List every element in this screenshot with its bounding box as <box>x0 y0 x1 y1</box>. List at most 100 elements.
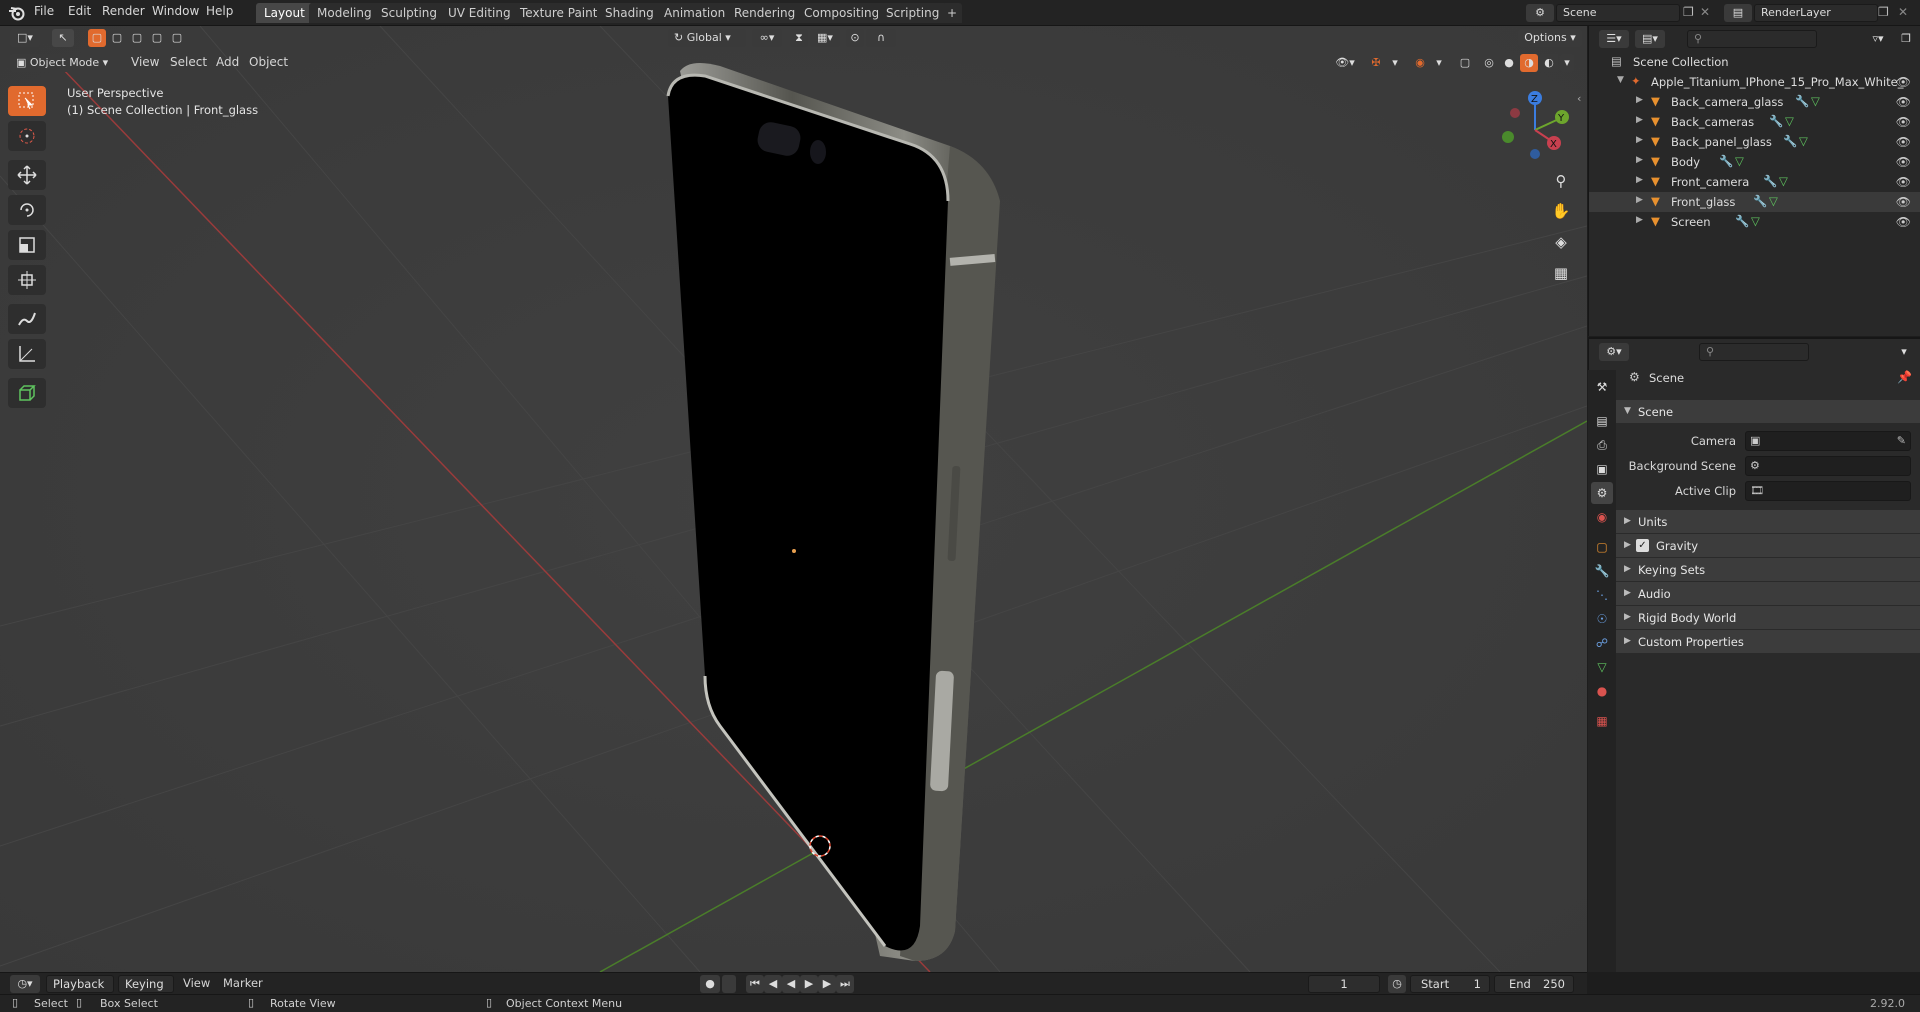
expand-arrow-icon[interactable]: ▶ <box>1636 195 1643 205</box>
visibility-eye-icon[interactable]: 👁 <box>1896 95 1911 109</box>
tab-modeling[interactable]: Modeling <box>309 3 380 23</box>
camera-field[interactable]: ▣ ✎ <box>1745 431 1911 451</box>
modifier-tab-icon[interactable]: 🔧 <box>1591 560 1613 582</box>
tool-tab-icon[interactable]: ⚒ <box>1591 376 1613 398</box>
snap-icon[interactable]: ⧗ <box>790 29 808 47</box>
tool-cursor[interactable] <box>8 121 46 151</box>
rigid-body-world-section-header[interactable]: ▶ Rigid Body World <box>1616 606 1920 630</box>
object-tab-icon[interactable]: ▢ <box>1591 536 1613 558</box>
render-tab-icon[interactable]: ▤ <box>1591 410 1613 432</box>
display-mode-icon[interactable]: ▤▾ <box>1635 30 1665 48</box>
keying-menu[interactable]: Keying ▾ <box>118 975 174 1007</box>
tab-texture-paint[interactable]: Texture Paint <box>512 3 606 23</box>
physics-tab-icon[interactable]: ☉ <box>1591 608 1613 630</box>
outliner-object-row-selected[interactable]: ▶ ▼ Front_glass 🔧 ▽ 👁 <box>1589 192 1920 212</box>
solid-shading-icon[interactable]: ● <box>1500 54 1518 72</box>
pan-hand-icon[interactable]: ✋ <box>1548 198 1574 224</box>
tool-move[interactable] <box>8 160 46 190</box>
select-intersect-icon[interactable]: ▢ <box>168 29 186 47</box>
tab-compositing[interactable]: Compositing <box>796 3 888 23</box>
select-tool-icon[interactable]: ↖ <box>52 29 74 47</box>
wireframe-shading-icon[interactable]: ◎ <box>1480 54 1498 72</box>
outliner-scene-collection-row[interactable]: ▤ Scene Collection <box>1589 52 1920 72</box>
tab-layout[interactable]: Layout <box>256 3 313 23</box>
viewport-menu-object[interactable]: Object <box>249 55 288 69</box>
navigation-gizmo[interactable]: Z Y X <box>1495 88 1575 168</box>
tool-select-box[interactable] <box>8 86 46 116</box>
visibility-eye-icon[interactable]: 👁 <box>1896 175 1911 189</box>
proportional-edit-icon[interactable]: ⊙ <box>846 29 864 47</box>
custom-properties-section-header[interactable]: ▶ Custom Properties <box>1616 630 1920 654</box>
pin-icon[interactable]: 📌 <box>1897 370 1912 384</box>
playback-menu[interactable]: Playback ▾ <box>46 975 114 1007</box>
transform-orientation-dropdown[interactable]: ↻ Global ▾ <box>668 29 746 47</box>
scene-section-header[interactable]: ▼ Scene <box>1616 400 1920 424</box>
collapse-sidebar-icon[interactable]: ‹ <box>1577 92 1581 105</box>
add-workspace-button[interactable]: + <box>942 3 963 23</box>
rendered-shading-icon[interactable]: ◐ <box>1540 54 1558 72</box>
gizmo-toggle-icon[interactable]: ✠ <box>1366 54 1386 72</box>
gravity-section-header[interactable]: ▶ ✓ Gravity <box>1616 534 1920 558</box>
tool-add-cube[interactable] <box>8 378 46 408</box>
blender-logo-icon[interactable] <box>8 5 26 21</box>
3d-viewport[interactable] <box>0 26 1587 972</box>
background-scene-field[interactable]: ⚙ <box>1745 456 1911 476</box>
new-scene-icon[interactable]: ❐ <box>1683 5 1694 19</box>
expand-arrow-icon[interactable]: ▶ <box>1636 135 1643 145</box>
start-frame-field[interactable]: Start 1 <box>1410 975 1490 993</box>
tool-annotate[interactable] <box>8 304 46 334</box>
play-icon[interactable]: ▶ <box>800 975 818 993</box>
material-shading-icon[interactable]: ◑ <box>1520 54 1538 72</box>
timeline-menu-view[interactable]: View <box>183 976 210 990</box>
scene-name-field[interactable]: Scene <box>1556 4 1680 22</box>
scene-selector-icon[interactable]: ⚙ <box>1526 4 1554 22</box>
active-clip-field[interactable]: 🎞 <box>1745 481 1911 501</box>
eyedropper-icon[interactable]: ✎ <box>1897 434 1906 447</box>
timeline-editor-type-icon[interactable]: ◷▾ <box>10 975 40 993</box>
menu-edit[interactable]: Edit <box>68 4 91 18</box>
view-layer-tab-icon[interactable]: ▣ <box>1591 458 1613 480</box>
menu-help[interactable]: Help <box>206 4 233 18</box>
menu-window[interactable]: Window <box>152 4 199 18</box>
timeline-menu-marker[interactable]: Marker <box>223 976 263 990</box>
audio-section-header[interactable]: ▶ Audio <box>1616 582 1920 606</box>
keying-sets-section-header[interactable]: ▶ Keying Sets <box>1616 558 1920 582</box>
next-keyframe-icon[interactable]: ▶ <box>818 975 836 993</box>
new-collection-icon[interactable]: ❐ <box>1895 30 1917 48</box>
properties-options-icon[interactable]: ▾ <box>1895 343 1913 361</box>
viewport-menu-view[interactable]: View <box>131 55 159 69</box>
tab-sculpting[interactable]: Sculpting <box>373 3 446 23</box>
play-reverse-icon[interactable]: ◀ <box>782 975 800 993</box>
select-new-icon[interactable]: ▢ <box>88 29 106 47</box>
tool-scale[interactable] <box>8 230 46 260</box>
particles-tab-icon[interactable]: ⋱ <box>1591 584 1613 606</box>
outliner-object-row[interactable]: ▶ ▼ Back_panel_glass 🔧 ▽ 👁 <box>1589 132 1920 152</box>
pivot-point-icon[interactable]: ∞▾ <box>752 29 782 47</box>
filter-icon[interactable]: ▿▾ <box>1861 30 1895 48</box>
overlays-toggle-icon[interactable]: ◉ <box>1410 54 1430 72</box>
expand-arrow-icon[interactable]: ▼ <box>1617 75 1624 85</box>
select-extend-icon[interactable]: ▢ <box>108 29 126 47</box>
preview-range-icon[interactable]: ◷ <box>1388 975 1406 993</box>
units-section-header[interactable]: ▶ Units <box>1616 510 1920 534</box>
scene-tab-icon[interactable]: ⚙ <box>1591 482 1613 504</box>
expand-arrow-icon[interactable]: ▶ <box>1636 95 1643 105</box>
data-tab-icon[interactable]: ▽ <box>1591 656 1613 678</box>
snap-target-icon[interactable]: ▦▾ <box>810 29 840 47</box>
prev-keyframe-icon[interactable]: ◀ <box>764 975 782 993</box>
texture-tab-icon[interactable]: ▦ <box>1591 710 1613 732</box>
auto-key-icon[interactable] <box>722 975 736 993</box>
tab-scripting[interactable]: Scripting <box>878 3 948 23</box>
visibility-eye-icon[interactable]: 👁 <box>1896 135 1911 149</box>
delete-layer-icon[interactable]: ✕ <box>1898 5 1908 19</box>
editor-type-icon[interactable]: □▾ <box>10 29 40 47</box>
render-layer-icon[interactable]: ▤ <box>1724 4 1752 22</box>
outliner-editor-type-icon[interactable]: ☰▾ <box>1599 30 1629 48</box>
camera-view-icon[interactable]: ◈ <box>1548 229 1574 255</box>
tab-animation[interactable]: Animation <box>656 3 734 23</box>
outliner-search-input[interactable]: ⚲ <box>1687 30 1817 48</box>
select-subtract-icon[interactable]: ▢ <box>128 29 146 47</box>
outliner-object-row[interactable]: ▶ ▼ Back_camera_glass 🔧 ▽ 👁 <box>1589 92 1920 112</box>
gravity-checkbox[interactable]: ✓ <box>1636 539 1649 552</box>
menu-file[interactable]: File <box>34 4 54 18</box>
